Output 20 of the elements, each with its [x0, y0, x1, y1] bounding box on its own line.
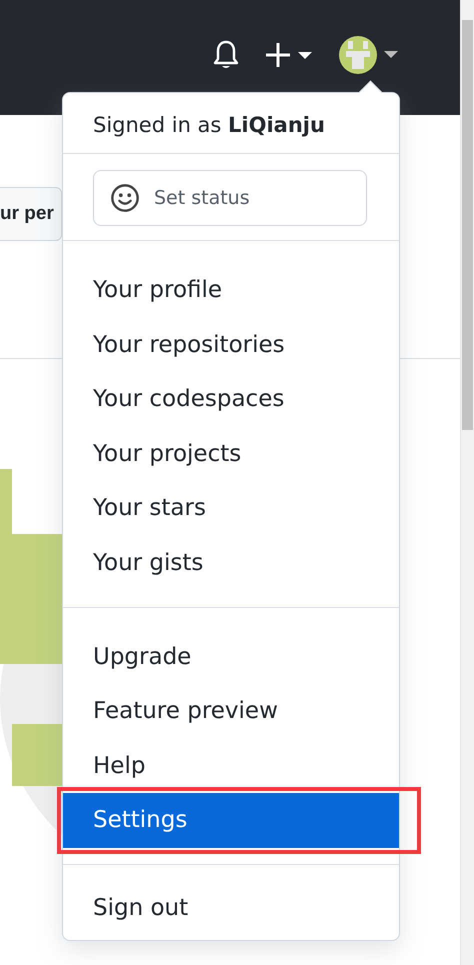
menu-item[interactable]: Help — [63, 738, 399, 794]
scrollbar[interactable] — [460, 0, 474, 965]
set-status-button[interactable]: Set status — [93, 170, 367, 226]
bell-icon[interactable] — [212, 38, 240, 70]
avatar-dropdown-icon[interactable] — [338, 34, 400, 74]
menu-item[interactable]: Settings — [63, 793, 399, 848]
menu-item[interactable]: Feature preview — [63, 684, 399, 739]
menu-item[interactable]: Your gists — [63, 536, 399, 591]
menu-item[interactable]: Your profile — [63, 263, 399, 318]
profile-button[interactable]: ur per — [0, 187, 62, 241]
menu-item[interactable]: Your codespaces — [63, 372, 399, 427]
menu-item[interactable]: Your projects — [63, 426, 399, 482]
menu-item[interactable]: Sign out — [63, 880, 399, 936]
scrollbar-thumb[interactable] — [462, 20, 473, 430]
menu-item[interactable]: Upgrade — [63, 630, 399, 684]
signed-in-text: Signed in as LiQianju — [93, 113, 325, 137]
plus-dropdown-icon[interactable] — [266, 40, 312, 68]
smiley-icon — [110, 183, 140, 213]
menu-item[interactable]: Your stars — [63, 481, 399, 536]
menu-item[interactable]: Your repositories — [63, 318, 399, 372]
